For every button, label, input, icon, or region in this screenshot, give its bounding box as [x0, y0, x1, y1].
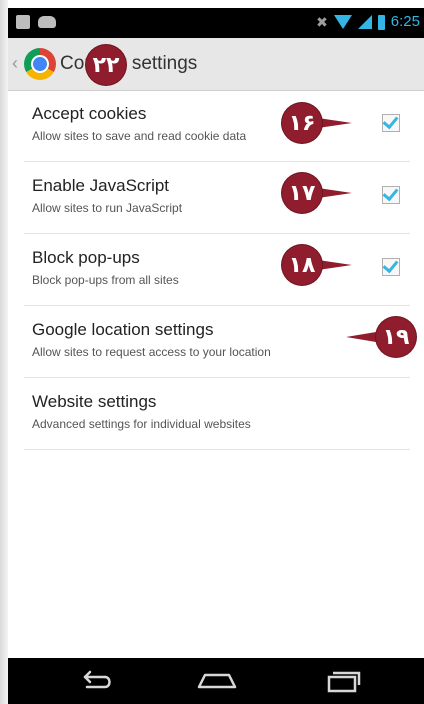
- setting-title: Block pop-ups: [32, 248, 140, 267]
- back-button[interactable]: [50, 658, 140, 704]
- recent-apps-icon: [327, 671, 361, 693]
- status-notifications: [16, 15, 56, 29]
- annotation-marker-popups: ۱۸: [282, 245, 322, 285]
- setting-title: Website settings: [32, 392, 157, 411]
- signal-icon: [357, 15, 372, 29]
- settings-list: Accept cookies Allow sites to save and r…: [8, 90, 424, 450]
- setting-summary: Advanced settings for individual website…: [32, 417, 251, 431]
- annotation-marker-location: ۱۹: [376, 317, 416, 357]
- checkmark-icon: [382, 184, 399, 202]
- setting-summary: Allow sites to save and read cookie data: [32, 129, 247, 143]
- page-title: Content settings: [60, 53, 198, 74]
- block-popups-checkbox[interactable]: [382, 256, 400, 276]
- mute-icon: ✖: [316, 14, 328, 30]
- annotation-pointer: [318, 118, 352, 128]
- annotation-marker-javascript: ۱۷: [282, 173, 322, 213]
- setting-accept-cookies[interactable]: Accept cookies Allow sites to save and r…: [24, 90, 410, 162]
- navigation-bar: [8, 658, 424, 704]
- annotation-pointer: [346, 332, 376, 342]
- screen-edge: [0, 0, 8, 704]
- status-time: 6:25: [390, 13, 420, 30]
- annotation-pointer: [318, 188, 352, 198]
- recent-apps-button[interactable]: [298, 658, 388, 704]
- notification-square-icon: [16, 15, 30, 29]
- action-bar: ‹ Content settings: [8, 38, 424, 91]
- status-indicators: ✖ 6:25: [316, 13, 420, 31]
- accept-cookies-checkbox[interactable]: [382, 112, 400, 132]
- screen: ✖ 6:25 ‹ Content settings Accept cookies…: [0, 0, 424, 704]
- setting-summary: Block pop-ups from all sites: [32, 273, 179, 287]
- battery-icon: [377, 14, 385, 30]
- back-icon: [83, 670, 111, 689]
- setting-summary: Allow sites to run JavaScript: [32, 201, 183, 215]
- setting-summary: Allow sites to request access to your lo…: [32, 345, 271, 359]
- setting-title: Google location settings: [32, 320, 214, 339]
- annotation-marker-cookies: ۱۶: [282, 103, 322, 143]
- notification-android-icon: [38, 16, 56, 28]
- checkmark-icon: [382, 112, 399, 130]
- up-navigation-icon[interactable]: ‹: [12, 52, 18, 74]
- setting-block-popups[interactable]: Block pop-ups Block pop-ups from all sit…: [24, 234, 410, 306]
- setting-title: Accept cookies: [32, 104, 147, 123]
- annotation-marker-title: ۲۲: [86, 45, 126, 85]
- checkmark-icon: [382, 256, 399, 274]
- enable-javascript-checkbox[interactable]: [382, 184, 400, 204]
- home-button[interactable]: [172, 658, 262, 704]
- setting-website-settings[interactable]: Website settings Advanced settings for i…: [24, 378, 410, 450]
- setting-title: Enable JavaScript: [32, 176, 170, 195]
- chrome-icon[interactable]: [24, 48, 56, 80]
- wifi-icon: [333, 15, 352, 29]
- setting-enable-javascript[interactable]: Enable JavaScript Allow sites to run Jav…: [24, 162, 410, 234]
- status-bar: ✖ 6:25: [8, 8, 424, 38]
- annotation-pointer: [318, 260, 352, 270]
- setting-google-location[interactable]: Google location settings Allow sites to …: [24, 306, 410, 378]
- home-icon: [197, 673, 237, 689]
